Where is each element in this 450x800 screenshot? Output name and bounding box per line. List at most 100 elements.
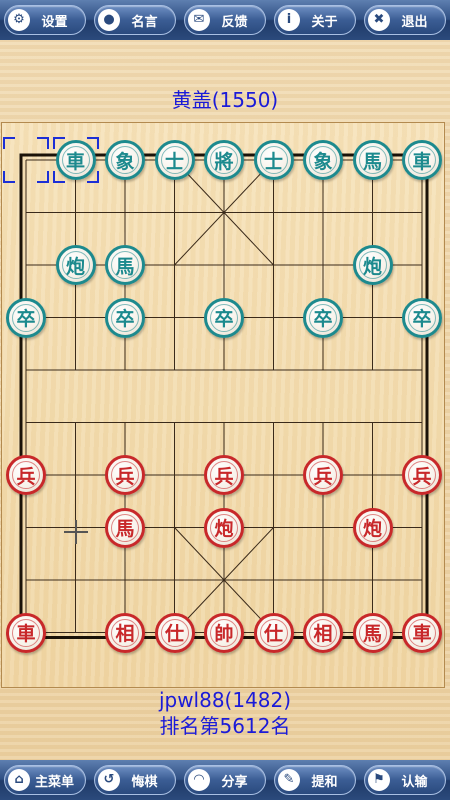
black-piece[interactable]: 象 [105, 140, 145, 180]
exit-label: 退出 [401, 14, 428, 30]
piece-character: 炮 [65, 255, 85, 278]
piece-character: 卒 [214, 308, 234, 330]
red-piece[interactable]: 相 [303, 612, 343, 653]
red-piece[interactable]: 帥 [204, 612, 244, 653]
piece-character: 士 [263, 150, 283, 173]
player-rank: 排名第5612名 [159, 714, 291, 738]
bottom-toolbar: ⌂ 主菜单 ↺ 悔棋 ◠ 分享 ✎ 提和 ⚑ 认输 [0, 760, 450, 800]
rss-icon: ◠ [188, 769, 210, 791]
black-piece[interactable]: 炮 [55, 245, 96, 285]
piece-character: 馬 [115, 518, 135, 540]
red-piece[interactable]: 仕 [154, 612, 195, 653]
resign-button[interactable]: ⚑ 认输 [364, 765, 446, 795]
piece-character: 馬 [362, 150, 382, 173]
black-piece[interactable]: 士 [154, 140, 195, 180]
draw-label: 提和 [311, 774, 338, 790]
opponent-name: 黄盖(1550) [171, 88, 279, 112]
black-piece[interactable]: 象 [303, 140, 343, 180]
piece-character: 炮 [362, 518, 382, 540]
piece-character: 士 [164, 150, 184, 173]
piece-character: 將 [214, 150, 234, 173]
piece-character: 兵 [214, 465, 234, 488]
piece-character: 兵 [313, 465, 333, 488]
piece-character: 相 [313, 623, 333, 645]
board-grid [19, 153, 429, 639]
undo-label: 悔棋 [131, 774, 158, 790]
about-label: 关于 [311, 14, 338, 30]
black-piece[interactable]: 士 [253, 140, 294, 180]
quotes-button[interactable]: ● 名言 [94, 5, 176, 35]
speech-bubble-icon: ● [98, 9, 120, 31]
black-piece[interactable]: 卒 [6, 297, 46, 338]
piece-character: 車 [412, 150, 432, 173]
piece-character: 仕 [164, 623, 184, 645]
piece-character: 兵 [115, 465, 135, 488]
info-icon: i [278, 9, 300, 31]
red-piece[interactable]: 兵 [303, 455, 343, 495]
piece-character: 卒 [16, 308, 36, 330]
black-piece[interactable]: 馬 [105, 245, 145, 285]
piece-character: 馬 [115, 255, 135, 278]
red-piece[interactable]: 炮 [204, 507, 244, 548]
about-button[interactable]: i 关于 [274, 5, 356, 35]
black-piece[interactable]: 將 [204, 140, 244, 180]
resign-label: 认输 [401, 774, 428, 790]
red-piece[interactable]: 相 [105, 612, 145, 653]
black-piece[interactable]: 炮 [352, 245, 393, 285]
piece-character: 仕 [263, 623, 283, 645]
main-menu-label: 主菜单 [34, 774, 74, 790]
share-button[interactable]: ◠ 分享 [184, 765, 266, 795]
piece-character: 帥 [214, 623, 234, 645]
black-piece[interactable]: 卒 [204, 297, 244, 338]
close-icon: ✖ [368, 9, 390, 31]
red-piece[interactable]: 仕 [253, 612, 294, 653]
piece-character: 相 [115, 623, 135, 645]
red-piece[interactable]: 兵 [105, 455, 145, 495]
red-piece[interactable]: 車 [6, 612, 46, 653]
main-menu-button[interactable]: ⌂ 主菜单 [4, 765, 86, 795]
piece-character: 車 [65, 150, 85, 173]
piece-character: 馬 [362, 623, 382, 645]
selection-marker [3, 137, 49, 183]
red-piece[interactable]: 兵 [204, 455, 244, 495]
red-piece[interactable]: 兵 [6, 455, 46, 495]
draw-button[interactable]: ✎ 提和 [274, 765, 356, 795]
red-piece[interactable]: 炮 [352, 507, 393, 548]
piece-character: 象 [313, 150, 333, 173]
piece-character: 兵 [412, 465, 432, 488]
piece-character: 卒 [412, 308, 432, 330]
black-piece[interactable]: 卒 [105, 297, 145, 338]
gear-icon: ⚙ [8, 9, 30, 31]
piece-character: 象 [115, 150, 135, 173]
undo-button[interactable]: ↺ 悔棋 [94, 765, 176, 795]
settings-label: 设置 [41, 14, 68, 30]
top-toolbar: ⚙ 设置 ● 名言 ✉ 反馈 i 关于 ✖ 退出 [0, 0, 450, 40]
red-piece[interactable]: 兵 [402, 455, 442, 495]
red-piece[interactable]: 馬 [352, 612, 393, 653]
undo-icon: ↺ [98, 769, 120, 791]
crosshair-cursor-icon [64, 520, 88, 544]
piece-character: 車 [16, 623, 36, 645]
black-piece[interactable]: 卒 [303, 297, 343, 338]
quotes-label: 名言 [131, 14, 158, 30]
share-label: 分享 [221, 774, 248, 790]
black-piece[interactable]: 卒 [402, 297, 442, 338]
piece-character: 車 [412, 623, 432, 645]
xiangqi-board[interactable]: 車象士將士象馬車炮馬炮卒卒卒卒卒兵兵兵兵兵馬炮炮車相仕帥仕相馬車 [1, 122, 445, 688]
envelope-icon: ✉ [188, 9, 210, 31]
player-name: jpwl88(1482) [158, 688, 292, 712]
black-piece[interactable]: 車 [402, 140, 442, 180]
red-piece[interactable]: 車 [402, 612, 442, 653]
piece-character: 卒 [115, 308, 135, 330]
flag-icon: ⚑ [368, 769, 390, 791]
exit-button[interactable]: ✖ 退出 [364, 5, 446, 35]
settings-button[interactable]: ⚙ 设置 [4, 5, 86, 35]
piece-character: 炮 [214, 518, 234, 540]
pencil-icon: ✎ [278, 769, 300, 791]
feedback-button[interactable]: ✉ 反馈 [184, 5, 266, 35]
black-piece[interactable]: 馬 [352, 140, 393, 180]
piece-character: 兵 [16, 465, 36, 488]
piece-character: 卒 [313, 308, 333, 330]
red-piece[interactable]: 馬 [105, 507, 145, 548]
home-icon: ⌂ [8, 769, 30, 791]
